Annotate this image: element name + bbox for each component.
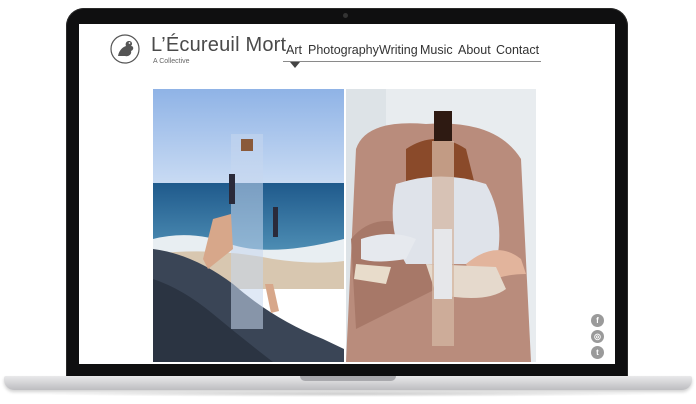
laptop-base: [4, 376, 692, 390]
nav-item-writing[interactable]: Writing: [379, 43, 418, 57]
nav-item-about[interactable]: About: [458, 43, 491, 57]
site-tagline: A Collective: [153, 58, 190, 65]
laptop-shadow: [30, 391, 666, 397]
website-screen: L’Écureuil Mort A Collective Art Photogr…: [79, 24, 615, 364]
main-nav: Art Photography Writing Music About Cont…: [283, 43, 541, 68]
webcam: [343, 13, 348, 18]
facebook-icon[interactable]: f: [591, 314, 604, 327]
site-title[interactable]: L’Écureuil Mort: [151, 34, 286, 57]
nav-item-art[interactable]: Art: [286, 43, 302, 57]
nav-item-contact[interactable]: Contact: [496, 43, 539, 57]
laptop-mockup: L’Écureuil Mort A Collective Art Photogr…: [0, 0, 696, 404]
squirrel-logo-icon[interactable]: [110, 34, 140, 64]
beach-collage-photo[interactable]: [153, 89, 344, 362]
instagram-icon[interactable]: ◎: [591, 330, 604, 343]
laptop-opening-notch: [300, 376, 396, 381]
armchair-collage-photo[interactable]: [346, 89, 536, 362]
nav-item-photography[interactable]: Photography: [308, 43, 379, 57]
active-nav-indicator: [290, 62, 300, 68]
twitter-icon[interactable]: t: [591, 346, 604, 359]
nav-item-music[interactable]: Music: [420, 43, 453, 57]
